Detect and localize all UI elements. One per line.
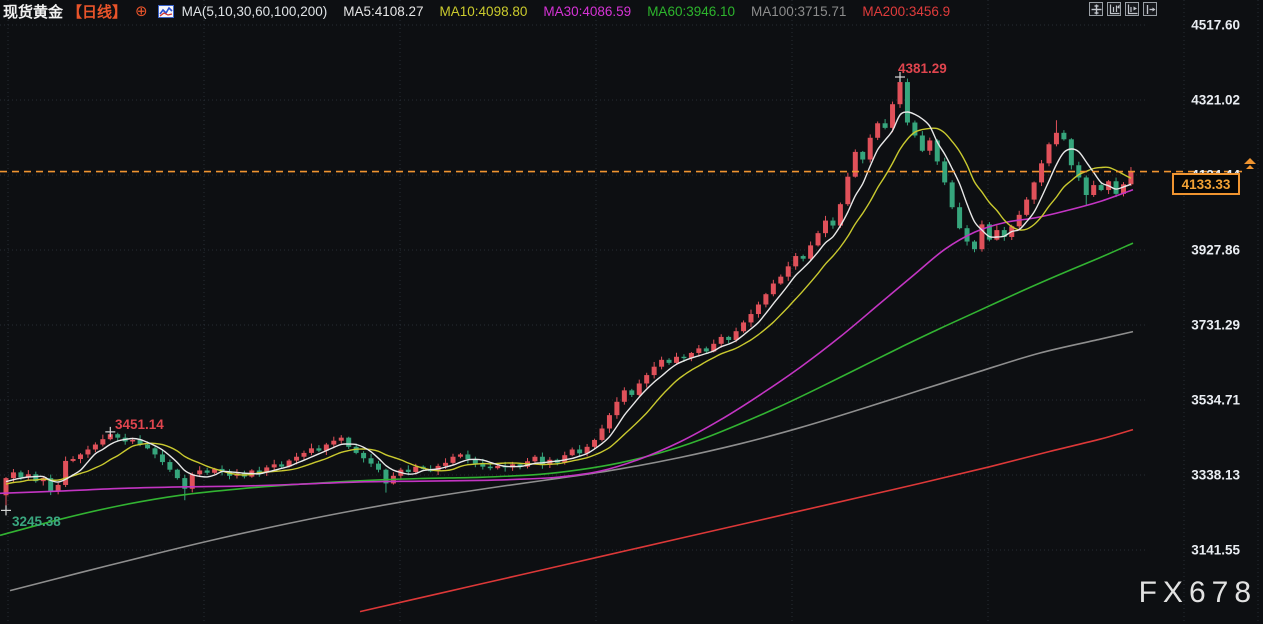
axis-scale-left-icon[interactable] (1107, 2, 1121, 16)
price-annotation-2: 3245.38 (12, 514, 61, 529)
chart-toolbar (1089, 2, 1157, 16)
y-axis-label: 3338.13 (1156, 468, 1240, 483)
price-annotation-0: 4381.29 (898, 61, 947, 76)
chart-header: 现货黄金 【日线】 ⊕ MA(5,10,30,60,100,200) MA5:4… (3, 0, 950, 22)
crosshair-move-icon[interactable] (1089, 2, 1103, 16)
last-price-tag[interactable]: 4133.33 (1172, 173, 1240, 195)
ma-value-2: MA30:4086.59 (543, 4, 631, 19)
axis-scale-right-icon[interactable] (1125, 2, 1139, 16)
ma-value-1: MA10:4098.80 (440, 4, 528, 19)
indicator-chart-icon[interactable] (158, 5, 174, 18)
ma-line-ma200 (360, 430, 1133, 612)
symbol-title: 现货黄金 (3, 1, 63, 22)
ma-line-ma10 (6, 128, 1131, 484)
candlestick-chart[interactable] (0, 0, 1263, 624)
grid (0, 0, 1258, 624)
ma-value-5: MA200:3456.9 (862, 4, 950, 19)
price-annotation-1: 3451.14 (115, 417, 164, 432)
pan-forward-icon[interactable] (1143, 2, 1157, 16)
y-axis-label: 3141.55 (1156, 543, 1240, 558)
ma-value-4: MA100:3715.71 (751, 4, 846, 19)
y-axis-label: 4517.60 (1156, 18, 1240, 33)
y-axis-label: 3534.71 (1156, 393, 1240, 408)
candles (4, 77, 1134, 510)
timeframe-label[interactable]: 【日线】 (67, 1, 127, 22)
ma-legend-values: MA5:4108.27 MA10:4098.80 MA30:4086.59 MA60:… (327, 4, 950, 19)
last-price-value: 4133.33 (1182, 177, 1231, 192)
y-axis-label: 3731.29 (1156, 318, 1240, 333)
extreme-markers (1, 72, 905, 515)
fx678-watermark: FX678 (1139, 576, 1257, 610)
circle-plus-icon[interactable]: ⊕ (135, 4, 148, 19)
price-up-arrow-icon (1243, 158, 1257, 169)
ma-settings-label[interactable]: MA(5,10,30,60,100,200) (182, 4, 328, 19)
ma-line-ma5 (6, 112, 1131, 482)
ma-value-0: MA5:4108.27 (343, 4, 423, 19)
y-axis-label: 4321.02 (1156, 93, 1240, 108)
ma-value-3: MA60:3946.10 (647, 4, 735, 19)
ma-line-ma60 (0, 243, 1133, 535)
y-axis-label: 3927.86 (1156, 243, 1240, 258)
